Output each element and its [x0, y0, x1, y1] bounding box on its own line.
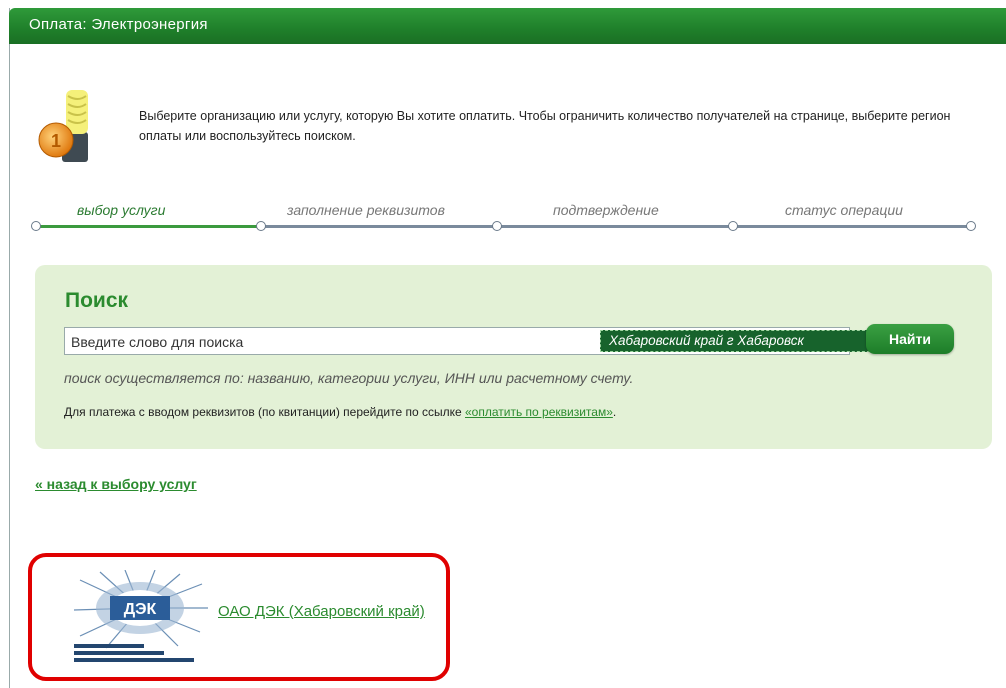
requisites-prefix: Для платежа с вводом реквизитов (по квит…: [64, 405, 465, 419]
dek-logo[interactable]: ДЭК: [70, 570, 210, 670]
step-line-inactive: [260, 225, 970, 228]
svg-text:1: 1: [51, 131, 61, 151]
step-label-select-service: выбор услуги: [77, 202, 166, 218]
step-label-confirmation: подтверждение: [553, 202, 659, 218]
step-dot: [966, 221, 976, 231]
step-line-active: [35, 225, 260, 228]
search-title: Поиск: [65, 289, 129, 312]
step-label-fill-details: заполнение реквизитов: [287, 202, 445, 218]
step-progress: выбор услуги заполнение реквизитов подтв…: [30, 196, 990, 236]
find-button[interactable]: Найти: [866, 324, 954, 354]
region-selector[interactable]: Хабаровский край г Хабаровск: [600, 330, 880, 352]
step-dot: [728, 221, 738, 231]
back-to-services-link[interactable]: « назад к выбору услуг: [35, 476, 197, 492]
step-dot: [492, 221, 502, 231]
step-dot: [256, 221, 266, 231]
requisites-note: Для платежа с вводом реквизитов (по квит…: [64, 405, 616, 419]
energy-bulb-icon: 1: [38, 90, 88, 162]
search-panel: Поиск Введите слово для поиска Хабаровск…: [35, 265, 992, 449]
search-placeholder: Введите слово для поиска: [71, 334, 244, 350]
page-header: Оплата: Электроэнергия: [9, 8, 1006, 44]
step-label-operation-status: статус операции: [785, 202, 903, 218]
search-hint: поиск осуществляется по: названию, катег…: [64, 370, 634, 386]
requisites-suffix: .: [612, 405, 617, 419]
dek-logo-text: ДЭК: [124, 601, 157, 618]
page-title: Оплата: Электроэнергия: [29, 16, 208, 33]
step-dot: [31, 221, 41, 231]
provider-link[interactable]: ОАО ДЭК (Хабаровский край): [218, 601, 448, 623]
intro-text: Выберите организацию или услугу, которую…: [139, 109, 951, 143]
pay-by-requisites-link[interactable]: «оплатить по реквизитам»: [465, 405, 613, 419]
search-input[interactable]: Введите слово для поиска Хабаровский кра…: [64, 327, 880, 355]
